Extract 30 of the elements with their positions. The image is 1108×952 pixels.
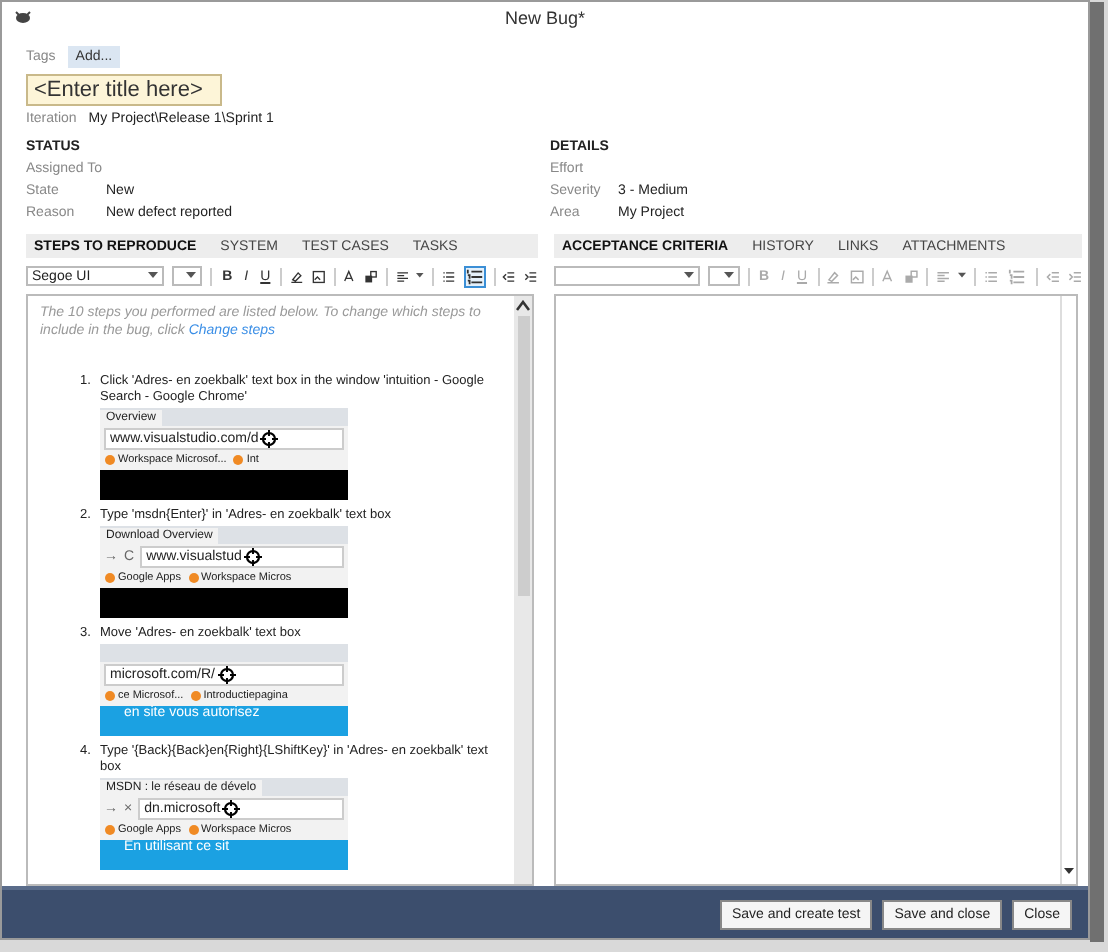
caret-icon[interactable] bbox=[957, 272, 966, 280]
crosshair-icon bbox=[243, 547, 262, 565]
crosshair-icon bbox=[260, 429, 279, 447]
crosshair-icon bbox=[217, 665, 236, 683]
title-field[interactable]: <Enter title here> bbox=[26, 74, 222, 106]
caret-icon[interactable] bbox=[148, 272, 159, 280]
indent-icon[interactable] bbox=[524, 267, 538, 285]
bullet-list-icon[interactable] bbox=[441, 267, 456, 285]
window-scrollbar[interactable] bbox=[1090, 2, 1104, 942]
outdent-icon[interactable] bbox=[502, 267, 517, 285]
font-size-dropdown[interactable] bbox=[708, 266, 740, 286]
steps-editor[interactable] bbox=[26, 294, 534, 886]
image-icon[interactable] bbox=[311, 267, 325, 285]
highlight-icon[interactable] bbox=[289, 267, 304, 285]
font-color-icon[interactable] bbox=[342, 267, 357, 285]
scrollbar[interactable] bbox=[514, 296, 532, 884]
window-title: New Bug* bbox=[504, 8, 586, 28]
caret-icon[interactable] bbox=[684, 272, 695, 280]
caret-icon[interactable] bbox=[416, 272, 425, 280]
caret-icon[interactable] bbox=[186, 272, 197, 280]
font-color-icon[interactable] bbox=[880, 267, 896, 285]
font-size-dropdown[interactable] bbox=[172, 266, 203, 286]
bug-icon bbox=[14, 10, 32, 24]
crosshair-icon bbox=[222, 799, 241, 817]
clear-format-icon[interactable] bbox=[364, 267, 378, 285]
numbered-list-button[interactable] bbox=[463, 265, 486, 287]
align-icon[interactable] bbox=[395, 267, 409, 285]
scroll-up-icon[interactable] bbox=[516, 300, 530, 312]
scroll-down-icon[interactable] bbox=[1064, 868, 1074, 876]
caret-icon[interactable] bbox=[723, 272, 734, 280]
